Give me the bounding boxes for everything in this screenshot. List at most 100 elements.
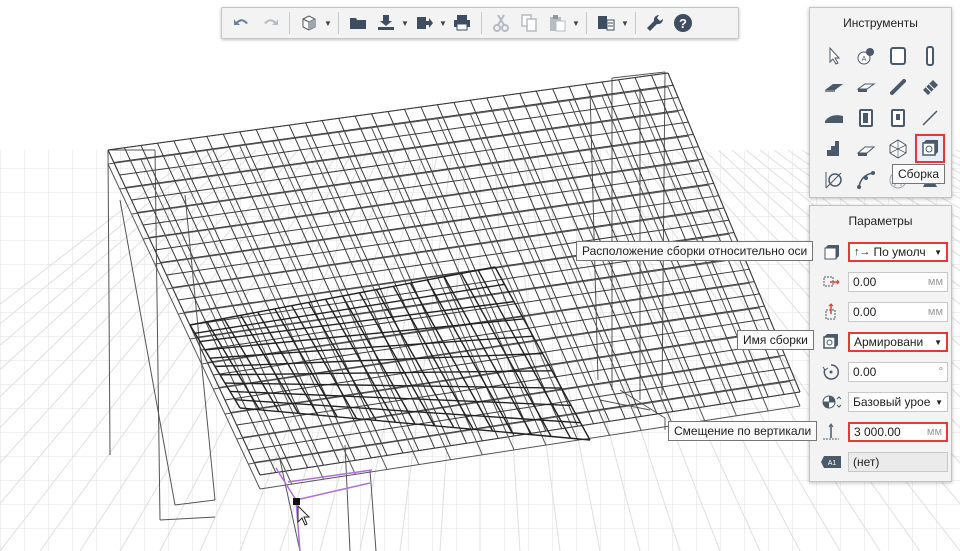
- offset-y-icon: [820, 301, 842, 323]
- paste-icon: [550, 15, 566, 32]
- import-dropdown-caret[interactable]: ▼: [400, 11, 410, 35]
- label-row: A1 (нет): [820, 451, 948, 473]
- export-dropdown-caret[interactable]: ▼: [438, 11, 448, 35]
- toolbar-separator: [338, 12, 339, 34]
- placement-row: ↑→ По умолч: [820, 241, 948, 263]
- annotation-icon: A: [857, 47, 874, 64]
- rotation-row: 0.00 °: [820, 361, 948, 383]
- parameters-panel-title: Параметры: [848, 214, 913, 228]
- roof-icon: [825, 114, 843, 123]
- profile-icon: [923, 79, 938, 95]
- rebar-icon: [890, 78, 906, 95]
- copy-button[interactable]: [517, 11, 541, 35]
- offset-y-input[interactable]: 0.00 мм: [848, 302, 948, 322]
- import-button[interactable]: [374, 11, 398, 35]
- curve-icon: [857, 170, 875, 189]
- insertion-point-marker[interactable]: [293, 498, 300, 505]
- help-icon: ?: [674, 14, 692, 32]
- window-icon: [891, 108, 905, 127]
- placement-dropdown[interactable]: ↑→ По умолч: [848, 242, 948, 262]
- beam-tool[interactable]: [850, 71, 882, 102]
- rotation-input[interactable]: 0.00 °: [848, 362, 948, 382]
- dimension-icon: [825, 171, 842, 188]
- door-icon: [859, 108, 873, 127]
- select-tool[interactable]: [818, 40, 850, 71]
- dimension-tool[interactable]: [818, 164, 850, 195]
- beam-icon: [856, 83, 876, 92]
- column-icon: [926, 45, 934, 66]
- assembly-tool[interactable]: [914, 133, 946, 164]
- stair-tool[interactable]: [818, 133, 850, 164]
- print-button[interactable]: [450, 11, 474, 35]
- assembly-name-dropdown[interactable]: Армировани: [848, 332, 948, 352]
- cursor-arrow-icon: [829, 46, 841, 65]
- toolbar-separator: [635, 12, 636, 34]
- paste-button[interactable]: [545, 11, 569, 35]
- view-cube-button[interactable]: [297, 11, 321, 35]
- import-icon: [378, 15, 394, 30]
- toolbar-separator: [481, 12, 482, 34]
- level-icon: [820, 391, 842, 413]
- vertical-offset-tooltip: Смещение по вертикали: [668, 421, 818, 441]
- main-toolbar: ▼ ▼ ▼ ▼ ▼ ?: [221, 7, 739, 39]
- tag-icon: A1: [820, 451, 842, 473]
- undo-icon: [234, 19, 248, 25]
- base-level-dropdown[interactable]: Базовый урое: [848, 392, 948, 412]
- object-tool[interactable]: [882, 133, 914, 164]
- toolbar-separator: [289, 12, 290, 34]
- window-tool[interactable]: [882, 102, 914, 133]
- profile-tool[interactable]: [914, 71, 946, 102]
- placement-icon: [820, 241, 842, 263]
- label-field[interactable]: (нет): [848, 452, 948, 472]
- wall-tool[interactable]: [882, 40, 914, 71]
- vertical-offset-icon: [820, 421, 842, 443]
- line-icon: [922, 109, 938, 126]
- placement-tooltip: Расположение сборки относительно оси: [576, 241, 814, 261]
- tools-panel-title: Инструменты: [843, 16, 918, 30]
- undo-button[interactable]: [230, 11, 254, 35]
- vertical-offset-row: 3 000.00 мм: [820, 421, 948, 443]
- toolbar-separator: [586, 12, 587, 34]
- rebar-bar: [107, 72, 669, 151]
- wrench-icon: [647, 14, 664, 32]
- assembly-tooltip: Сборка: [892, 164, 946, 184]
- layers-button[interactable]: [594, 11, 618, 35]
- offset-x-input[interactable]: 0.00 мм: [848, 272, 948, 292]
- layers-icon: [598, 16, 615, 31]
- printer-icon: [454, 15, 470, 31]
- parameters-panel: Параметры ↑→По умолч 0.00мм 0.00мм Армир…: [809, 205, 952, 482]
- line-tool[interactable]: [914, 102, 946, 133]
- layers-dropdown-caret[interactable]: ▼: [620, 11, 630, 35]
- assembly-icon: [922, 139, 938, 156]
- view-dropdown-caret[interactable]: ▼: [323, 11, 333, 35]
- curve-tool[interactable]: [850, 164, 882, 195]
- folder-icon: [350, 18, 366, 29]
- slab-tool[interactable]: [818, 71, 850, 102]
- slab-icon: [825, 83, 843, 92]
- offset-x-row: 0.00 мм: [820, 271, 948, 293]
- cube-icon: [302, 15, 316, 31]
- railing-tool[interactable]: [850, 133, 882, 164]
- rebar-tool[interactable]: [882, 71, 914, 102]
- roof-tool[interactable]: [818, 102, 850, 133]
- svg-text:A: A: [862, 56, 867, 63]
- help-button[interactable]: ?: [671, 11, 695, 35]
- annotation-tool[interactable]: A: [850, 40, 882, 71]
- door-tool[interactable]: [850, 102, 882, 133]
- export-button[interactable]: [412, 11, 436, 35]
- open-folder-button[interactable]: [346, 11, 370, 35]
- settings-button[interactable]: [643, 11, 667, 35]
- axis-icon: ↑→: [854, 246, 871, 258]
- paste-dropdown-caret[interactable]: ▼: [571, 11, 581, 35]
- vertical-offset-input[interactable]: 3 000.00 мм: [848, 422, 948, 442]
- redo-button[interactable]: [258, 11, 282, 35]
- base-level-row: Базовый урое: [820, 391, 948, 413]
- offset-x-icon: [820, 271, 842, 293]
- assembly-name-icon: [820, 331, 842, 353]
- railing-icon: [856, 146, 876, 156]
- svg-text:A1: A1: [828, 460, 837, 467]
- column-tool[interactable]: [914, 40, 946, 71]
- cut-button[interactable]: [489, 11, 513, 35]
- scissors-icon: [493, 14, 509, 32]
- wall-icon: [890, 46, 906, 65]
